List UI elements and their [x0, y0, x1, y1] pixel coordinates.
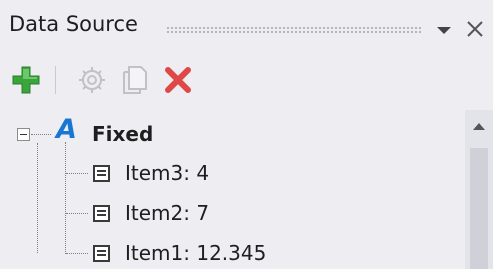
tree-connector	[66, 253, 88, 254]
drag-grip[interactable]	[166, 26, 422, 34]
close-icon[interactable]	[462, 16, 488, 42]
font-letter-icon: A	[56, 114, 77, 145]
add-button[interactable]	[10, 64, 42, 96]
dropdown-icon[interactable]	[432, 18, 456, 42]
tree-connector	[66, 213, 88, 214]
panel-title-bar: Data Source	[0, 0, 493, 54]
collapse-toggle-icon[interactable]	[17, 128, 30, 141]
settings-button[interactable]	[76, 64, 108, 96]
tree-item-item3[interactable]: Item3: 4	[125, 161, 209, 185]
tree-item-item1[interactable]: Item1: 12.345	[125, 241, 266, 265]
tree-item-item2[interactable]: Item2: 7	[125, 201, 209, 225]
tree-connector	[37, 143, 38, 253]
tree-root-fixed[interactable]: Fixed	[92, 122, 153, 146]
copy-icon	[119, 66, 151, 100]
copy-button[interactable]	[119, 64, 151, 96]
scrollbar-thumb[interactable]	[470, 148, 488, 269]
scroll-up-arrow-icon[interactable]	[467, 118, 491, 132]
toolbar-separator	[55, 66, 56, 94]
list-item-icon	[93, 165, 110, 182]
tree-connector	[65, 142, 66, 254]
data-source-tree: A Fixed Item3: 4 Item2: 7 Item1: 12.345	[0, 110, 465, 269]
delete-button[interactable]	[162, 64, 194, 96]
list-item-icon	[93, 245, 110, 262]
list-item-icon	[93, 205, 110, 222]
delete-icon	[162, 67, 194, 100]
gear-icon	[76, 67, 108, 100]
tree-connector	[66, 173, 88, 174]
plus-icon	[10, 66, 42, 100]
toolbar	[0, 54, 493, 102]
vertical-scrollbar[interactable]	[465, 110, 493, 269]
panel-title: Data Source	[9, 12, 138, 36]
tree-connector	[31, 134, 51, 135]
